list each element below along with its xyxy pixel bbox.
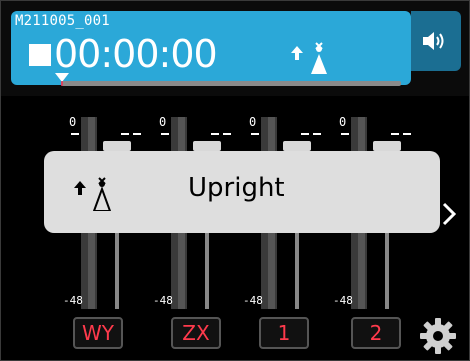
meter-top-label: 0 (249, 115, 257, 129)
stop-icon (29, 44, 51, 66)
channel-button-2[interactable]: 2 (351, 317, 401, 349)
position-track[interactable] (61, 81, 401, 86)
elapsed-time: 00:00:00 (54, 32, 218, 76)
channel-button-wy[interactable]: WY (73, 317, 123, 349)
meter-bottom-label: -48 (333, 294, 353, 307)
channel-button-label: 2 (369, 321, 383, 345)
position-fill (61, 81, 63, 86)
meter-top-label: 0 (159, 115, 167, 129)
fader-knob[interactable] (193, 141, 221, 151)
channel-button-zx[interactable]: ZX (171, 317, 221, 349)
channel-button-label: ZX (182, 321, 210, 345)
speaker-button[interactable] (411, 11, 461, 71)
fader-knob[interactable] (103, 141, 131, 151)
meter-bottom-label: -48 (243, 294, 263, 307)
meter-bottom-label: -48 (63, 294, 83, 307)
meter-tick (133, 133, 141, 135)
meter-tick (251, 133, 259, 135)
upright-mic-icon (72, 171, 116, 212)
meter-tick (161, 133, 169, 135)
speaker-icon (423, 32, 444, 50)
recorder-screen: M211005_001 00:00:00 0 -48 0 -48 0 -48 0… (0, 0, 470, 361)
meter-top-label: 0 (69, 115, 77, 129)
header: M211005_001 00:00:00 (1, 1, 469, 96)
upright-mic-icon (289, 38, 333, 74)
meter-tick (211, 133, 219, 135)
meter-tick (391, 133, 399, 135)
meter-tick (71, 133, 79, 135)
file-name: M211005_001 (15, 13, 110, 29)
meter-top-label: 0 (339, 115, 347, 129)
meter-tick (403, 133, 411, 135)
mode-popup[interactable]: Upright (44, 151, 440, 233)
meter-tick (313, 133, 321, 135)
fader-knob[interactable] (283, 141, 311, 151)
fader-knob[interactable] (373, 141, 401, 151)
gear-icon[interactable] (419, 317, 457, 355)
mode-label: Upright (188, 173, 285, 203)
meter-tick (301, 133, 309, 135)
meter-tick (121, 133, 129, 135)
chevron-right-icon[interactable] (441, 201, 457, 227)
channel-button-label: 1 (277, 321, 291, 345)
meter-tick (223, 133, 231, 135)
meter-tick (341, 133, 349, 135)
meter-bottom-label: -48 (153, 294, 173, 307)
channel-button-1[interactable]: 1 (259, 317, 309, 349)
channel-button-label: WY (82, 321, 114, 345)
